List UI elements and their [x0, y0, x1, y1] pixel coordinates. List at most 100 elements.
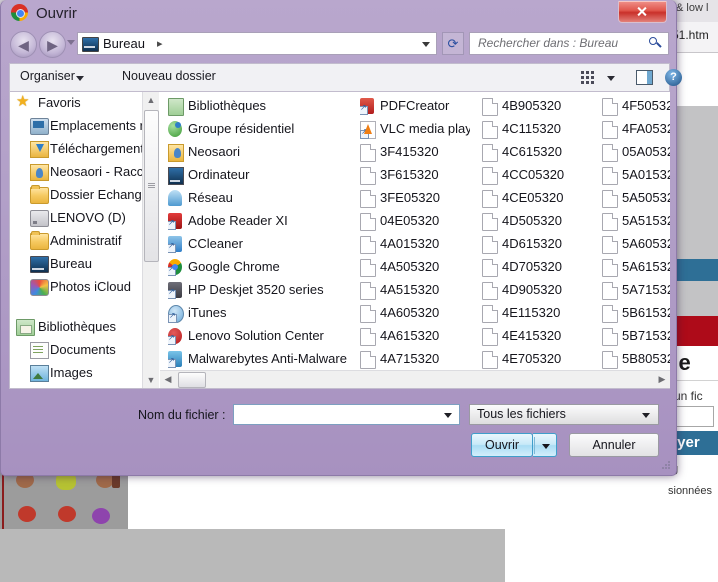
- file-list-item[interactable]: Groupe résidentiel: [168, 118, 360, 141]
- organise-button[interactable]: Organiser: [20, 69, 75, 83]
- help-icon[interactable]: ?: [665, 69, 682, 86]
- file-list-item[interactable]: Malwarebytes Anti-Malware: [168, 348, 360, 371]
- sidebar-item-photos-icloud[interactable]: Photos iCloud: [10, 276, 143, 299]
- file-list-item[interactable]: 5B615320: [602, 302, 670, 325]
- file-list-item[interactable]: Neosaori: [168, 141, 360, 164]
- forward-button[interactable]: ▶: [39, 31, 66, 58]
- file-list-item[interactable]: 4D705320: [482, 256, 592, 279]
- sidebar-item-bureau[interactable]: Bureau: [10, 253, 143, 276]
- file-list-item[interactable]: 3F615320: [360, 164, 470, 187]
- open-button[interactable]: Ouvrir: [471, 433, 533, 457]
- file-list-item[interactable]: 4FA05320: [602, 118, 670, 141]
- sidebar-item-t-l-chargements[interactable]: Téléchargements: [10, 138, 143, 161]
- pixel-figure-4: [18, 506, 36, 522]
- sidebar-item-images[interactable]: Images: [10, 362, 143, 385]
- file-list-item[interactable]: 4CC05320: [482, 164, 592, 187]
- file-list-item[interactable]: 4D905320: [482, 279, 592, 302]
- chevron-down-icon[interactable]: [76, 76, 84, 81]
- file-list-item[interactable]: 4A715320: [360, 348, 470, 371]
- scroll-up-icon[interactable]: ▲: [143, 92, 159, 108]
- file-list-item[interactable]: 4D615320: [482, 233, 592, 256]
- sidebar-item-emplacements-r[interactable]: Emplacements ré: [10, 115, 143, 138]
- file-list-item[interactable]: Lenovo Solution Center: [168, 325, 360, 348]
- file-list-item[interactable]: 4C615320: [482, 141, 592, 164]
- file-list-item[interactable]: 04E05320: [360, 210, 470, 233]
- file-list-item[interactable]: 4E115320: [482, 302, 592, 325]
- file-list-item[interactable]: 4E705320: [482, 348, 592, 371]
- horizontal-scroll-thumb[interactable]: [178, 372, 206, 388]
- filename-input[interactable]: [233, 404, 460, 425]
- file-type-filter[interactable]: Tous les fichiers: [469, 404, 659, 425]
- file-list-item[interactable]: CCleaner: [168, 233, 360, 256]
- file-list-item[interactable]: PDFCreator: [360, 95, 470, 118]
- close-button[interactable]: [618, 1, 667, 23]
- sidebar-item-neosaori-racco[interactable]: Neosaori - Racco: [10, 161, 143, 184]
- navigation-sidebar: ★ Favoris Emplacements ré Téléchargements Ne…: [10, 92, 159, 388]
- sidebar-item-administratif[interactable]: Administratif: [10, 230, 143, 253]
- file-list-item[interactable]: 05A05320: [602, 141, 670, 164]
- sidebar-scrollbar[interactable]: ▲ ▼: [142, 92, 159, 388]
- cancel-button[interactable]: Annuler: [569, 433, 659, 457]
- sidebar-item-lenovo-d[interactable]: LENOVO (D): [10, 207, 143, 230]
- file-list-item[interactable]: 4A505320: [360, 256, 470, 279]
- dialog-title-bar[interactable]: Ouvrir: [1, 0, 676, 28]
- file-list-item[interactable]: Google Chrome: [168, 256, 360, 279]
- view-mode-dropdown-icon[interactable]: [607, 76, 615, 81]
- file-list-item[interactable]: 4A015320: [360, 233, 470, 256]
- file-list-item[interactable]: 3FE05320: [360, 187, 470, 210]
- file-list-item[interactable]: Ordinateur: [168, 164, 360, 187]
- file-list-item[interactable]: 4B905320: [482, 95, 592, 118]
- file-list-item[interactable]: VLC media player: [360, 118, 470, 141]
- file-list-item[interactable]: 4F505320: [602, 95, 670, 118]
- resize-grip[interactable]: [661, 461, 671, 471]
- file-list-horizontal-scrollbar[interactable]: ◀ ▶: [160, 370, 670, 388]
- file-list-item[interactable]: Réseau: [168, 187, 360, 210]
- breadcrumb-bar[interactable]: Bureau ▸: [77, 32, 437, 55]
- file-list-item[interactable]: 5A505320: [602, 187, 670, 210]
- scroll-right-icon[interactable]: ▶: [654, 371, 670, 387]
- file-list-item[interactable]: iTunes: [168, 302, 360, 325]
- file-list-item[interactable]: 4A605320: [360, 302, 470, 325]
- new-folder-button[interactable]: Nouveau dossier: [122, 69, 216, 83]
- file-list-item[interactable]: 5A605320: [602, 233, 670, 256]
- view-mode-icon[interactable]: [581, 71, 596, 85]
- file-list-item[interactable]: 3F415320: [360, 141, 470, 164]
- file-list-item[interactable]: 5B805320: [602, 348, 670, 371]
- sidebar-item-biblioth-ques[interactable]: Bibliothèques: [10, 316, 143, 339]
- file-list-item[interactable]: Adobe Reader XI: [168, 210, 360, 233]
- back-button[interactable]: ◀: [10, 31, 37, 58]
- file-list-item[interactable]: 4A515320: [360, 279, 470, 302]
- file-list-item[interactable]: 5A015320: [602, 164, 670, 187]
- file-list-item[interactable]: 4D505320: [482, 210, 592, 233]
- file-list[interactable]: Bibliothèques Groupe résidentiel Neosaori O…: [160, 92, 670, 388]
- sidebar-item-documents[interactable]: Documents: [10, 339, 143, 362]
- breadcrumb-separator-icon[interactable]: ▸: [157, 37, 163, 50]
- file-list-item[interactable]: 5B715320: [602, 325, 670, 348]
- sidebar-item-dossier-echanges[interactable]: Dossier Echanges: [10, 184, 143, 207]
- sidebar-scroll-thumb[interactable]: [144, 110, 159, 262]
- search-input[interactable]: Rechercher dans : Bureau: [478, 36, 618, 50]
- preview-pane-icon[interactable]: [636, 70, 653, 85]
- chevron-down-icon[interactable]: [67, 40, 75, 45]
- file-list-item[interactable]: Bibliothèques: [168, 95, 360, 118]
- file-list-item[interactable]: 5A515320: [602, 210, 670, 233]
- sidebar-item-favoris[interactable]: ★ Favoris: [10, 92, 143, 115]
- file-list-item[interactable]: 4E415320: [482, 325, 592, 348]
- refresh-button[interactable]: ⟳: [442, 32, 464, 55]
- sidebar-item-musique[interactable]: ♪Musique: [10, 385, 143, 388]
- breadcrumb-label[interactable]: Bureau: [103, 36, 145, 51]
- filename-dropdown-icon[interactable]: [444, 413, 452, 418]
- file-list-item[interactable]: 4A615320: [360, 325, 470, 348]
- file-list-item[interactable]: 5A615320: [602, 256, 670, 279]
- scroll-down-icon[interactable]: ▼: [143, 372, 159, 388]
- search-icon[interactable]: [649, 37, 662, 50]
- file-list-item[interactable]: HP Deskjet 3520 series: [168, 279, 360, 302]
- open-dropdown-button[interactable]: [533, 433, 557, 457]
- breadcrumb-dropdown-icon[interactable]: [422, 42, 430, 47]
- scroll-left-icon[interactable]: ◀: [160, 371, 176, 387]
- file-list-item[interactable]: 4CE05320: [482, 187, 592, 210]
- file-icon: [602, 213, 618, 231]
- file-list-item[interactable]: 4C115320: [482, 118, 592, 141]
- file-list-item[interactable]: 5A715320: [602, 279, 670, 302]
- search-box[interactable]: Rechercher dans : Bureau: [469, 32, 669, 55]
